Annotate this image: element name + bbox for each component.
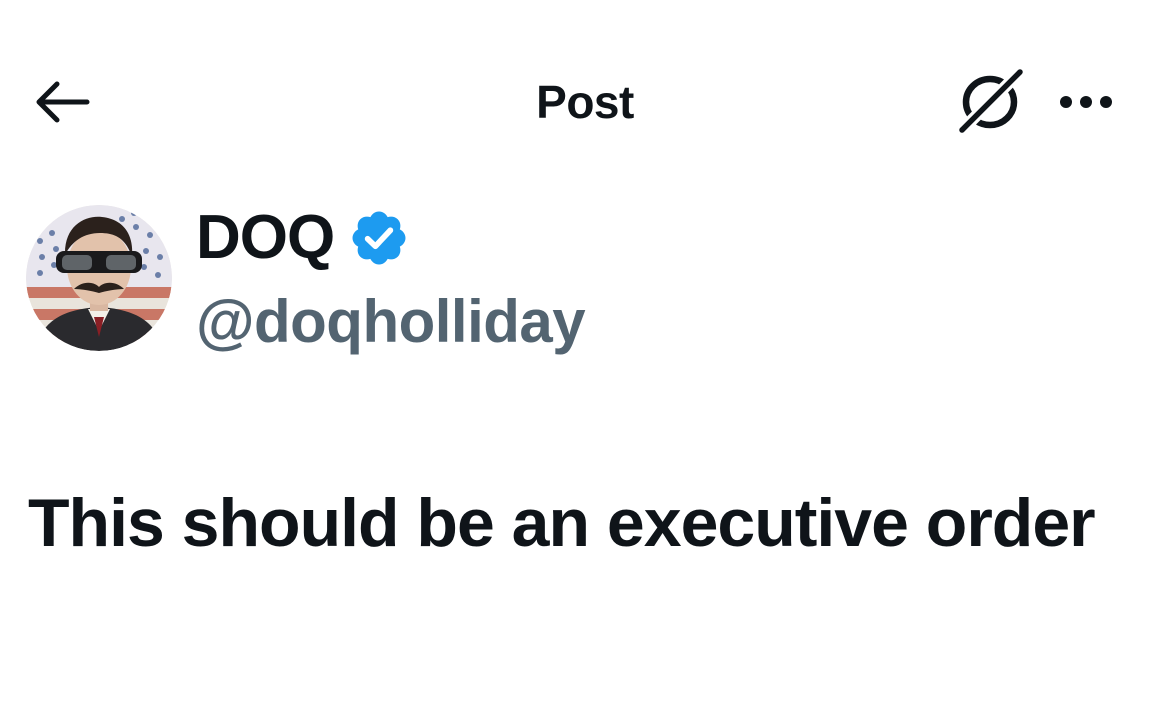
top-navigation-bar: Post (0, 0, 1170, 200)
more-horizontal-icon (1060, 96, 1112, 108)
verified-badge-icon (352, 211, 406, 265)
post-author: DOQ @doqholliday (0, 195, 1170, 375)
user-handle[interactable]: @doqholliday (196, 287, 586, 357)
avatar[interactable] (26, 205, 172, 351)
grok-button[interactable] (952, 66, 1028, 138)
avatar-image (26, 205, 172, 351)
grok-icon (954, 68, 1024, 136)
post-text: This should be an executive order (28, 485, 1096, 561)
arrow-left-icon (36, 81, 90, 123)
back-button[interactable] (28, 72, 94, 132)
display-name-row: DOQ (196, 203, 410, 273)
display-name[interactable]: DOQ (196, 203, 335, 273)
more-options-button[interactable] (1052, 74, 1120, 130)
